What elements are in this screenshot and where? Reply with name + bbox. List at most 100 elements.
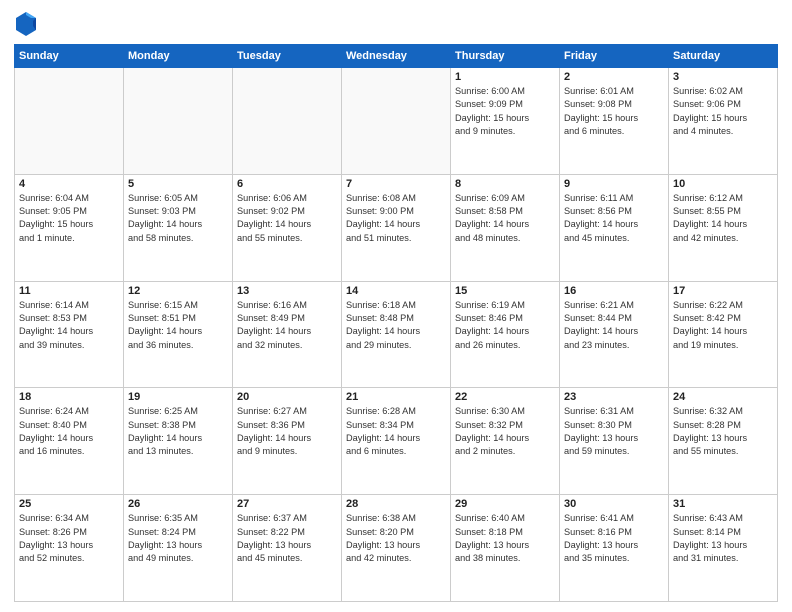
day-number: 8: [455, 178, 555, 190]
calendar-cell: 16Sunrise: 6:21 AMSunset: 8:44 PMDayligh…: [560, 281, 669, 388]
weekday-header-saturday: Saturday: [669, 45, 778, 68]
logo-icon: [14, 10, 38, 38]
day-number: 10: [673, 178, 773, 190]
day-info: Sunrise: 6:32 AMSunset: 8:28 PMDaylight:…: [673, 405, 773, 458]
calendar-cell: 1Sunrise: 6:00 AMSunset: 9:09 PMDaylight…: [451, 68, 560, 175]
calendar-cell: 15 Sunrise: 6:19 AMSunset: 8:46 PMDayligh…: [451, 281, 560, 388]
day-info: Sunrise: 6:27 AMSunset: 8:36 PMDaylight:…: [237, 405, 337, 458]
calendar-cell: 27 Sunrise: 6:37 AMSunset: 8:22 PMDayligh…: [233, 495, 342, 602]
calendar-cell: 8 Sunrise: 6:09 AMSunset: 8:58 PMDaylight…: [451, 174, 560, 281]
calendar-cell: 14 Sunrise: 6:18 AMSunset: 8:48 PMDayligh…: [342, 281, 451, 388]
weekday-header-wednesday: Wednesday: [342, 45, 451, 68]
day-info: Sunrise: 6:35 AMSunset: 8:24 PMDaylight:…: [128, 512, 228, 565]
day-info: Sunrise: 6:18 AMSunset: 8:48 PMDaylight:…: [346, 299, 446, 352]
day-info: Sunrise: 6:38 AMSunset: 8:20 PMDaylight:…: [346, 512, 446, 565]
day-info: Sunrise: 6:02 AMSunset: 9:06 PMDaylight:…: [673, 85, 773, 138]
calendar-cell: 9 Sunrise: 6:11 AMSunset: 8:56 PMDaylight…: [560, 174, 669, 281]
calendar-cell: 13 Sunrise: 6:16 AMSunset: 8:49 PMDayligh…: [233, 281, 342, 388]
day-number: 27: [237, 498, 337, 510]
calendar-cell: 6 Sunrise: 6:06 AMSunset: 9:02 PMDaylight…: [233, 174, 342, 281]
calendar-cell: 30Sunrise: 6:41 AMSunset: 8:16 PMDayligh…: [560, 495, 669, 602]
day-number: 5: [128, 178, 228, 190]
day-number: 23: [564, 391, 664, 403]
calendar-cell: 18Sunrise: 6:24 AMSunset: 8:40 PMDayligh…: [15, 388, 124, 495]
day-number: 21: [346, 391, 446, 403]
day-info: Sunrise: 6:15 AMSunset: 8:51 PMDaylight:…: [128, 299, 228, 352]
calendar-week-5: 25 Sunrise: 6:34 AMSunset: 8:26 PMDayligh…: [15, 495, 778, 602]
calendar-cell: [124, 68, 233, 175]
day-info: Sunrise: 6:16 AMSunset: 8:49 PMDaylight:…: [237, 299, 337, 352]
day-number: 11: [19, 285, 119, 297]
calendar-week-1: 1Sunrise: 6:00 AMSunset: 9:09 PMDaylight…: [15, 68, 778, 175]
day-info: Sunrise: 6:04 AMSunset: 9:05 PMDaylight:…: [19, 192, 119, 245]
day-number: 4: [19, 178, 119, 190]
day-info: Sunrise: 6:25 AMSunset: 8:38 PMDaylight:…: [128, 405, 228, 458]
calendar-cell: 21 Sunrise: 6:28 AMSunset: 8:34 PMDayligh…: [342, 388, 451, 495]
calendar-cell: 29 Sunrise: 6:40 AMSunset: 8:18 PMDayligh…: [451, 495, 560, 602]
day-info: Sunrise: 6:12 AMSunset: 8:55 PMDaylight:…: [673, 192, 773, 245]
calendar-cell: 3 Sunrise: 6:02 AMSunset: 9:06 PMDaylight…: [669, 68, 778, 175]
calendar-cell: 4 Sunrise: 6:04 AMSunset: 9:05 PMDaylight…: [15, 174, 124, 281]
weekday-header-thursday: Thursday: [451, 45, 560, 68]
day-info: Sunrise: 6:08 AMSunset: 9:00 PMDaylight:…: [346, 192, 446, 245]
day-number: 6: [237, 178, 337, 190]
day-info: Sunrise: 6:06 AMSunset: 9:02 PMDaylight:…: [237, 192, 337, 245]
day-number: 3: [673, 71, 773, 83]
weekday-header-friday: Friday: [560, 45, 669, 68]
day-number: 12: [128, 285, 228, 297]
calendar-cell: 24 Sunrise: 6:32 AMSunset: 8:28 PMDayligh…: [669, 388, 778, 495]
day-info: Sunrise: 6:19 AMSunset: 8:46 PMDaylight:…: [455, 299, 555, 352]
day-number: 18: [19, 391, 119, 403]
day-info: Sunrise: 6:11 AMSunset: 8:56 PMDaylight:…: [564, 192, 664, 245]
day-info: Sunrise: 6:01 AMSunset: 9:08 PMDaylight:…: [564, 85, 664, 138]
day-number: 29: [455, 498, 555, 510]
day-info: Sunrise: 6:40 AMSunset: 8:18 PMDaylight:…: [455, 512, 555, 565]
day-info: Sunrise: 6:37 AMSunset: 8:22 PMDaylight:…: [237, 512, 337, 565]
logo: [14, 10, 41, 38]
calendar-cell: [342, 68, 451, 175]
day-info: Sunrise: 6:34 AMSunset: 8:26 PMDaylight:…: [19, 512, 119, 565]
calendar-week-4: 18Sunrise: 6:24 AMSunset: 8:40 PMDayligh…: [15, 388, 778, 495]
calendar-cell: 2Sunrise: 6:01 AMSunset: 9:08 PMDaylight…: [560, 68, 669, 175]
day-info: Sunrise: 6:05 AMSunset: 9:03 PMDaylight:…: [128, 192, 228, 245]
calendar-week-3: 11 Sunrise: 6:14 AMSunset: 8:53 PMDayligh…: [15, 281, 778, 388]
calendar-cell: 20 Sunrise: 6:27 AMSunset: 8:36 PMDayligh…: [233, 388, 342, 495]
day-number: 30: [564, 498, 664, 510]
day-number: 20: [237, 391, 337, 403]
calendar-header-row: SundayMondayTuesdayWednesdayThursdayFrid…: [15, 45, 778, 68]
day-number: 31: [673, 498, 773, 510]
calendar-cell: 25 Sunrise: 6:34 AMSunset: 8:26 PMDayligh…: [15, 495, 124, 602]
calendar-cell: 22Sunrise: 6:30 AMSunset: 8:32 PMDayligh…: [451, 388, 560, 495]
page: SundayMondayTuesdayWednesdayThursdayFrid…: [0, 0, 792, 612]
day-number: 14: [346, 285, 446, 297]
calendar-cell: 31Sunrise: 6:43 AMSunset: 8:14 PMDayligh…: [669, 495, 778, 602]
calendar-cell: 12 Sunrise: 6:15 AMSunset: 8:51 PMDayligh…: [124, 281, 233, 388]
weekday-header-sunday: Sunday: [15, 45, 124, 68]
day-number: 24: [673, 391, 773, 403]
day-info: Sunrise: 6:09 AMSunset: 8:58 PMDaylight:…: [455, 192, 555, 245]
calendar-week-2: 4 Sunrise: 6:04 AMSunset: 9:05 PMDaylight…: [15, 174, 778, 281]
day-info: Sunrise: 6:31 AMSunset: 8:30 PMDaylight:…: [564, 405, 664, 458]
day-number: 19: [128, 391, 228, 403]
day-info: Sunrise: 6:28 AMSunset: 8:34 PMDaylight:…: [346, 405, 446, 458]
header: [14, 10, 778, 38]
weekday-header-tuesday: Tuesday: [233, 45, 342, 68]
day-number: 9: [564, 178, 664, 190]
calendar-cell: 19 Sunrise: 6:25 AMSunset: 8:38 PMDayligh…: [124, 388, 233, 495]
day-number: 13: [237, 285, 337, 297]
calendar-cell: 28Sunrise: 6:38 AMSunset: 8:20 PMDayligh…: [342, 495, 451, 602]
weekday-header-monday: Monday: [124, 45, 233, 68]
day-info: Sunrise: 6:22 AMSunset: 8:42 PMDaylight:…: [673, 299, 773, 352]
calendar-cell: 23 Sunrise: 6:31 AMSunset: 8:30 PMDayligh…: [560, 388, 669, 495]
day-number: 1: [455, 71, 555, 83]
calendar-cell: 5 Sunrise: 6:05 AMSunset: 9:03 PMDaylight…: [124, 174, 233, 281]
day-info: Sunrise: 6:30 AMSunset: 8:32 PMDaylight:…: [455, 405, 555, 458]
day-number: 15: [455, 285, 555, 297]
calendar-cell: 7Sunrise: 6:08 AMSunset: 9:00 PMDaylight…: [342, 174, 451, 281]
day-info: Sunrise: 6:14 AMSunset: 8:53 PMDaylight:…: [19, 299, 119, 352]
day-number: 25: [19, 498, 119, 510]
calendar-cell: 10 Sunrise: 6:12 AMSunset: 8:55 PMDayligh…: [669, 174, 778, 281]
calendar-cell: 26Sunrise: 6:35 AMSunset: 8:24 PMDayligh…: [124, 495, 233, 602]
calendar-cell: 17Sunrise: 6:22 AMSunset: 8:42 PMDayligh…: [669, 281, 778, 388]
calendar-cell: 11 Sunrise: 6:14 AMSunset: 8:53 PMDayligh…: [15, 281, 124, 388]
